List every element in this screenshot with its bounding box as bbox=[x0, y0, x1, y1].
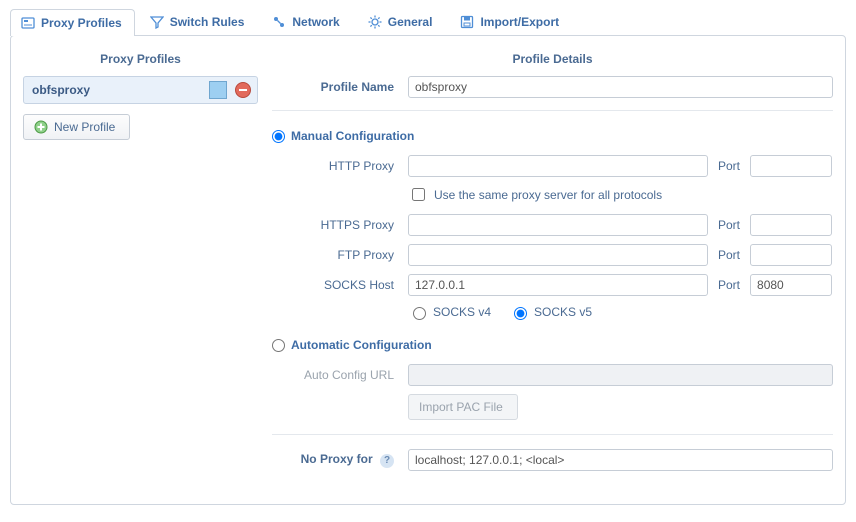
socks-host-label: SOCKS Host bbox=[294, 278, 408, 292]
ftp-proxy-label: FTP Proxy bbox=[294, 248, 408, 262]
socks-v4-radio[interactable] bbox=[413, 307, 426, 320]
plus-icon bbox=[34, 120, 48, 134]
help-icon[interactable]: ? bbox=[380, 454, 394, 468]
tab-bar: Proxy Profiles Switch Rules Network Gene… bbox=[10, 8, 846, 35]
socks-v5-option[interactable]: SOCKS v5 bbox=[509, 304, 592, 320]
save-icon bbox=[460, 15, 474, 29]
tab-network[interactable]: Network bbox=[261, 8, 352, 35]
no-proxy-label: No Proxy for ? bbox=[272, 452, 408, 468]
profile-details-heading: Profile Details bbox=[272, 46, 833, 76]
http-proxy-host-input[interactable] bbox=[408, 155, 708, 177]
socks-v5-radio[interactable] bbox=[514, 307, 527, 320]
proxy-profiles-panel: Proxy Profiles obfsproxy New Profile Pro… bbox=[10, 35, 846, 505]
port-label: Port bbox=[708, 278, 750, 292]
import-pac-button: Import PAC File bbox=[408, 394, 518, 420]
socks-v4-option[interactable]: SOCKS v4 bbox=[408, 304, 491, 320]
tab-label: Import/Export bbox=[480, 15, 559, 29]
button-label: New Profile bbox=[54, 120, 115, 134]
https-proxy-label: HTTPS Proxy bbox=[294, 218, 408, 232]
proxy-profiles-icon bbox=[21, 16, 35, 30]
socks-port-input[interactable] bbox=[750, 274, 832, 296]
socks-v5-label: SOCKS v5 bbox=[534, 305, 592, 319]
socks-v4-label: SOCKS v4 bbox=[433, 305, 491, 319]
funnel-icon bbox=[150, 15, 164, 29]
port-label: Port bbox=[708, 218, 750, 232]
ftp-proxy-port-input[interactable] bbox=[750, 244, 832, 266]
manual-config-label: Manual Configuration bbox=[291, 129, 414, 143]
manual-config-radio[interactable] bbox=[272, 130, 285, 143]
separator bbox=[272, 434, 833, 435]
tab-label: Network bbox=[292, 15, 339, 29]
network-icon bbox=[272, 15, 286, 29]
delete-profile-icon[interactable] bbox=[235, 82, 251, 98]
https-proxy-host-input[interactable] bbox=[408, 214, 708, 236]
tab-label: Switch Rules bbox=[170, 15, 245, 29]
auto-config-url-label: Auto Config URL bbox=[294, 368, 408, 382]
http-proxy-label: HTTP Proxy bbox=[294, 159, 408, 173]
https-proxy-port-input[interactable] bbox=[750, 214, 832, 236]
profile-item[interactable]: obfsproxy bbox=[23, 76, 258, 104]
tab-label: General bbox=[388, 15, 433, 29]
tab-switch-rules[interactable]: Switch Rules bbox=[139, 8, 258, 35]
profiles-list-heading: Proxy Profiles bbox=[23, 46, 258, 76]
auto-config-url-input bbox=[408, 364, 833, 386]
http-proxy-port-input[interactable] bbox=[750, 155, 832, 177]
no-proxy-input[interactable] bbox=[408, 449, 833, 471]
tab-label: Proxy Profiles bbox=[41, 16, 122, 30]
profile-name-label: Profile Name bbox=[272, 80, 408, 94]
same-proxy-all-label: Use the same proxy server for all protoc… bbox=[434, 188, 662, 202]
tab-general[interactable]: General bbox=[357, 8, 446, 35]
auto-config-radio[interactable] bbox=[272, 339, 285, 352]
tab-proxy-profiles[interactable]: Proxy Profiles bbox=[10, 9, 135, 36]
separator bbox=[272, 110, 833, 111]
auto-config-label: Automatic Configuration bbox=[291, 338, 432, 352]
profile-name-input[interactable] bbox=[408, 76, 833, 98]
gear-icon bbox=[368, 15, 382, 29]
port-label: Port bbox=[708, 248, 750, 262]
profile-color-swatch[interactable] bbox=[209, 81, 227, 99]
profile-item-name: obfsproxy bbox=[32, 83, 209, 97]
ftp-proxy-host-input[interactable] bbox=[408, 244, 708, 266]
socks-host-input[interactable] bbox=[408, 274, 708, 296]
port-label: Port bbox=[708, 159, 750, 173]
same-proxy-all-checkbox[interactable] bbox=[412, 188, 425, 201]
new-profile-button[interactable]: New Profile bbox=[23, 114, 130, 140]
button-label: Import PAC File bbox=[419, 400, 503, 414]
tab-import-export[interactable]: Import/Export bbox=[449, 8, 572, 35]
